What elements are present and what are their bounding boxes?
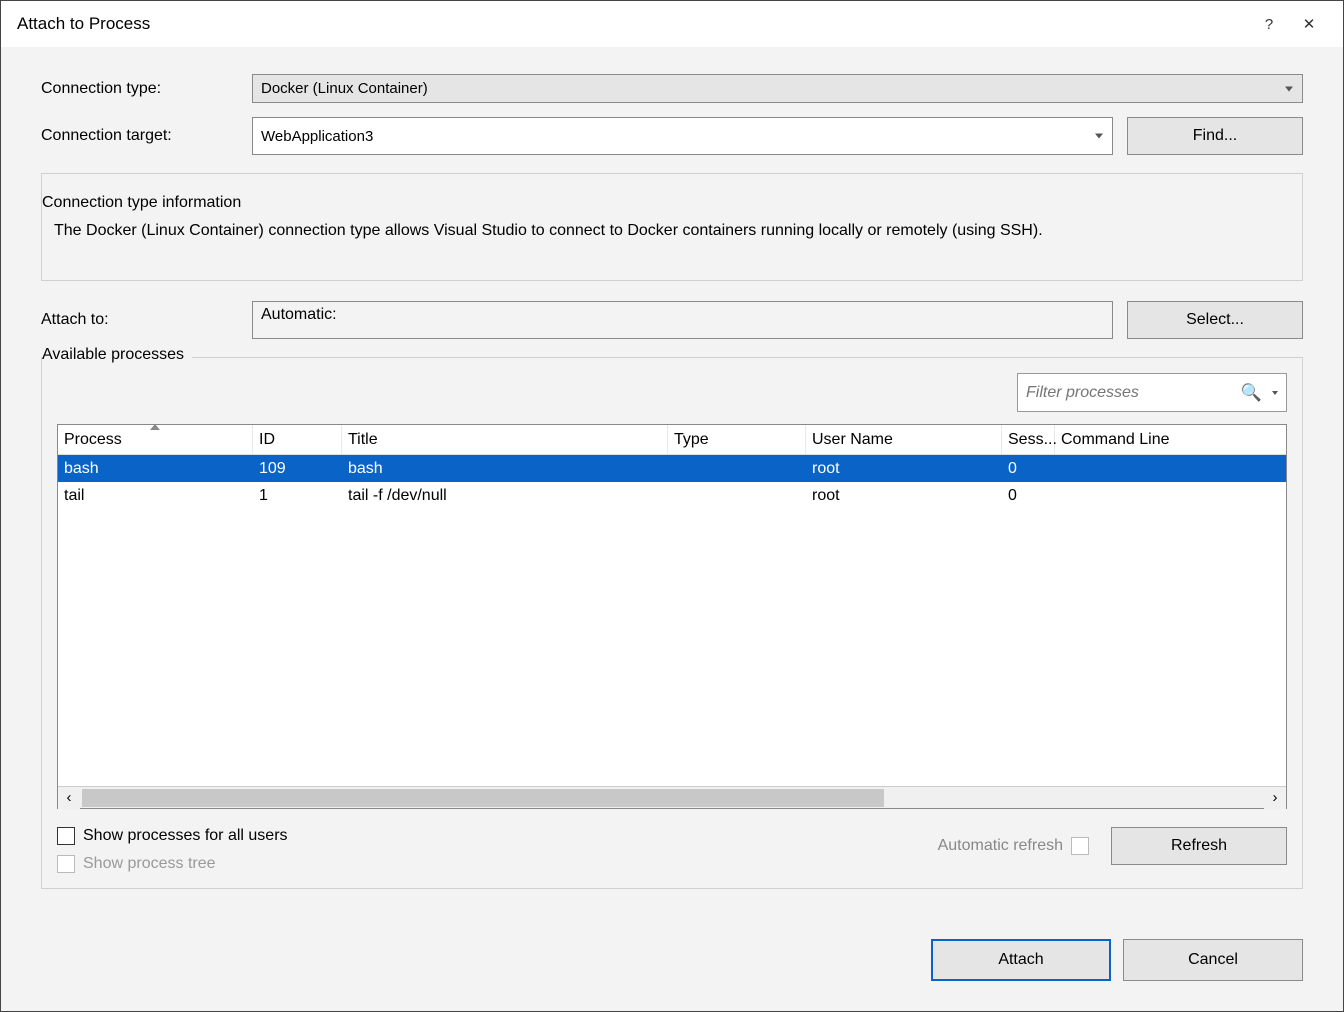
chevron-down-icon [1095, 134, 1103, 139]
process-grid: Process ID Title Type User Name Sess... … [57, 424, 1287, 809]
column-title[interactable]: Title [342, 425, 668, 454]
titlebar: Attach to Process ? ✕ [1, 1, 1343, 47]
sort-ascending-icon [150, 424, 160, 430]
connection-type-value: Docker (Linux Container) [261, 80, 428, 97]
chevron-down-icon [1285, 86, 1293, 91]
search-icon[interactable]: 🔍 [1241, 383, 1262, 403]
connection-target-row: Connection target: WebApplication3 Find.… [41, 117, 1303, 155]
connection-type-combo[interactable]: Docker (Linux Container) [252, 74, 1303, 103]
automatic-refresh-checkbox[interactable] [1071, 837, 1089, 855]
attach-to-process-dialog: Attach to Process ? ✕ Connection type: D… [0, 0, 1344, 1012]
horizontal-scrollbar[interactable]: ‹ › [58, 786, 1286, 808]
connection-info-heading: Connection type information [42, 194, 249, 212]
connection-target-combo[interactable]: WebApplication3 [252, 117, 1113, 155]
attach-to-label: Attach to: [41, 311, 252, 329]
find-button[interactable]: Find... [1127, 117, 1303, 155]
table-row[interactable]: tail 1 tail -f /dev/null root 0 [58, 482, 1286, 509]
filter-row: 🔍 [57, 373, 1287, 412]
connection-target-label: Connection target: [41, 127, 252, 145]
connection-info-text: The Docker (Linux Container) connection … [54, 220, 1290, 242]
column-process[interactable]: Process [58, 425, 253, 454]
filter-processes-input[interactable] [1026, 384, 1241, 402]
show-all-users-label: Show processes for all users [83, 827, 288, 845]
dialog-footer: Attach Cancel [1, 909, 1343, 1011]
refresh-button[interactable]: Refresh [1111, 827, 1287, 865]
filter-processes-box[interactable]: 🔍 [1017, 373, 1287, 412]
column-id[interactable]: ID [253, 425, 342, 454]
column-type[interactable]: Type [668, 425, 806, 454]
column-user-name[interactable]: User Name [806, 425, 1002, 454]
dialog-body: Connection type: Docker (Linux Container… [1, 47, 1343, 909]
show-process-tree-checkbox [57, 855, 75, 873]
available-processes-fieldset: Available processes 🔍 Process ID Title T [41, 357, 1303, 889]
attach-to-row: Attach to: Automatic: Select... [41, 301, 1303, 339]
column-command-line[interactable]: Command Line [1055, 425, 1286, 454]
show-process-tree-label: Show process tree [83, 855, 216, 873]
grid-body: bash 109 bash root 0 tail 1 tail -f /dev… [58, 455, 1286, 786]
connection-target-value: WebApplication3 [261, 128, 373, 145]
attach-button[interactable]: Attach [931, 939, 1111, 981]
dialog-title: Attach to Process [17, 14, 1249, 34]
available-processes-heading: Available processes [42, 346, 192, 364]
show-all-users-row[interactable]: Show processes for all users [57, 827, 288, 845]
connection-type-label: Connection type: [41, 80, 252, 98]
close-button[interactable]: ✕ [1289, 9, 1329, 39]
scrollbar-thumb[interactable] [82, 789, 884, 807]
connection-info-fieldset: Connection type information The Docker (… [41, 173, 1303, 281]
cancel-button[interactable]: Cancel [1123, 939, 1303, 981]
checkbox-column: Show processes for all users Show proces… [57, 817, 288, 873]
scroll-left-icon[interactable]: ‹ [58, 787, 80, 809]
show-process-tree-row: Show process tree [57, 855, 288, 873]
help-button[interactable]: ? [1249, 9, 1289, 39]
refresh-controls: Automatic refresh Refresh [938, 827, 1287, 865]
grid-bottom-row: Show processes for all users Show proces… [57, 817, 1287, 873]
attach-to-value: Automatic: [252, 301, 1113, 339]
scroll-right-icon[interactable]: › [1264, 787, 1286, 809]
automatic-refresh-label: Automatic refresh [938, 837, 1063, 855]
table-row[interactable]: bash 109 bash root 0 [58, 455, 1286, 482]
select-button[interactable]: Select... [1127, 301, 1303, 339]
connection-type-row: Connection type: Docker (Linux Container… [41, 74, 1303, 103]
column-session[interactable]: Sess... [1002, 425, 1055, 454]
grid-header: Process ID Title Type User Name Sess... … [58, 425, 1286, 455]
chevron-down-icon[interactable] [1272, 391, 1278, 395]
show-all-users-checkbox[interactable] [57, 827, 75, 845]
